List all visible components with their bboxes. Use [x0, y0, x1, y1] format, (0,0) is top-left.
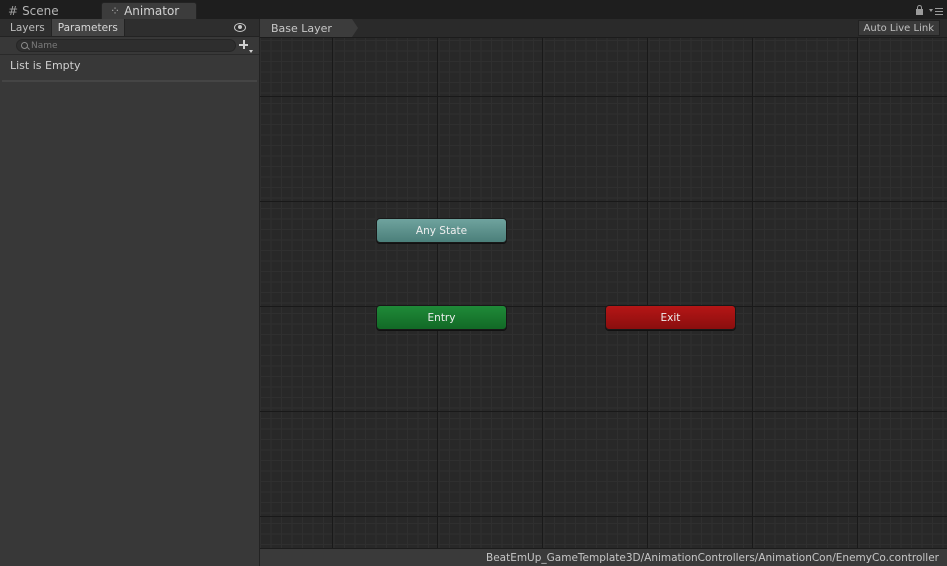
window-tab-strip: # Scene ⁘ Animator — [0, 0, 947, 20]
add-parameter-icon[interactable] — [239, 40, 253, 53]
tab-animator[interactable]: ⁘ Animator — [101, 2, 197, 19]
state-machine-graph[interactable]: Base Layer Auto Live Link Any State Entr… — [260, 19, 947, 548]
animator-window: # Scene ⁘ Animator Layers Parameters Lis… — [0, 0, 947, 566]
controller-path: BeatEmUp_GameTemplate3D/AnimationControl… — [485, 551, 939, 564]
graph-toolbar: Base Layer Auto Live Link — [260, 19, 947, 38]
state-any-state[interactable]: Any State — [376, 218, 507, 243]
auto-live-link-button[interactable]: Auto Live Link — [857, 20, 940, 36]
state-entry[interactable]: Entry — [376, 305, 507, 330]
parameters-panel: Layers Parameters List is Empty — [0, 19, 260, 566]
search-box[interactable] — [16, 39, 236, 52]
window-menu-icon[interactable] — [929, 6, 943, 15]
tab-layers[interactable]: Layers — [0, 19, 52, 36]
animator-icon: ⁘ — [110, 4, 121, 18]
left-panel-tabs: Layers Parameters — [0, 19, 259, 37]
breadcrumb-base-layer[interactable]: Base Layer — [260, 19, 358, 37]
scene-grid-icon: # — [8, 3, 19, 18]
lock-icon[interactable] — [916, 5, 923, 15]
tab-parameters[interactable]: Parameters — [51, 19, 125, 36]
status-bar: BeatEmUp_GameTemplate3D/AnimationControl… — [260, 548, 947, 566]
empty-list-message: List is Empty — [2, 55, 257, 82]
search-icon — [21, 42, 28, 49]
tab-animator-label: Animator — [124, 4, 180, 18]
tab-scene-label: Scene — [22, 3, 59, 18]
search-row — [0, 37, 259, 55]
window-controls — [916, 5, 943, 15]
state-exit[interactable]: Exit — [605, 305, 736, 330]
search-input[interactable] — [28, 40, 221, 51]
tab-scene[interactable]: # Scene — [4, 2, 96, 19]
eye-icon[interactable] — [234, 23, 246, 32]
